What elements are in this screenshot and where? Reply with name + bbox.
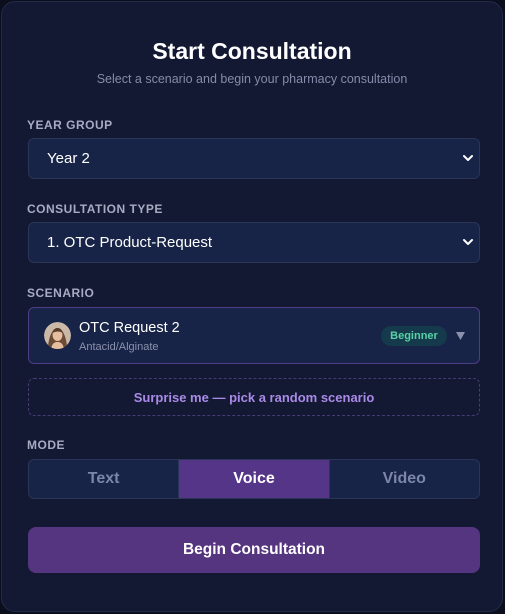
surprise-me-button[interactable]: Surprise me — pick a random scenario [28, 378, 480, 416]
year-group-select[interactable]: Year 2 [28, 138, 480, 179]
mode-video-button[interactable]: Video [328, 460, 479, 498]
scenario-label: SCENARIO [27, 286, 95, 300]
mode-voice-button[interactable]: Voice [178, 460, 329, 498]
consultation-type-value: 1. OTC Product-Request [47, 234, 213, 251]
caret-down-icon [456, 332, 465, 340]
consultation-type-label: CONSULTATION TYPE [27, 202, 163, 216]
scenario-select[interactable]: OTC Request 2 Antacid/Alginate Beginner [28, 307, 480, 364]
mode-text-button[interactable]: Text [29, 460, 178, 498]
consultation-card: Start Consultation Select a scenario and… [1, 1, 503, 612]
page-title: Start Consultation [152, 38, 352, 64]
chevron-down-icon [463, 239, 473, 245]
consultation-type-select[interactable]: 1. OTC Product-Request [28, 222, 480, 263]
scenario-title: OTC Request 2 [79, 320, 180, 336]
year-group-label: YEAR GROUP [27, 118, 113, 132]
difficulty-badge: Beginner [381, 326, 447, 346]
begin-consultation-button[interactable]: Begin Consultation [28, 527, 480, 573]
year-group-value: Year 2 [47, 150, 90, 167]
page-subtitle: Select a scenario and begin your pharmac… [96, 72, 408, 86]
patient-avatar-icon [44, 322, 71, 349]
mode-toggle-group: Text Voice Video [28, 459, 480, 499]
scenario-subtitle: Antacid/Alginate [79, 341, 159, 353]
chevron-down-icon [463, 155, 473, 161]
mode-label: MODE [27, 438, 65, 452]
